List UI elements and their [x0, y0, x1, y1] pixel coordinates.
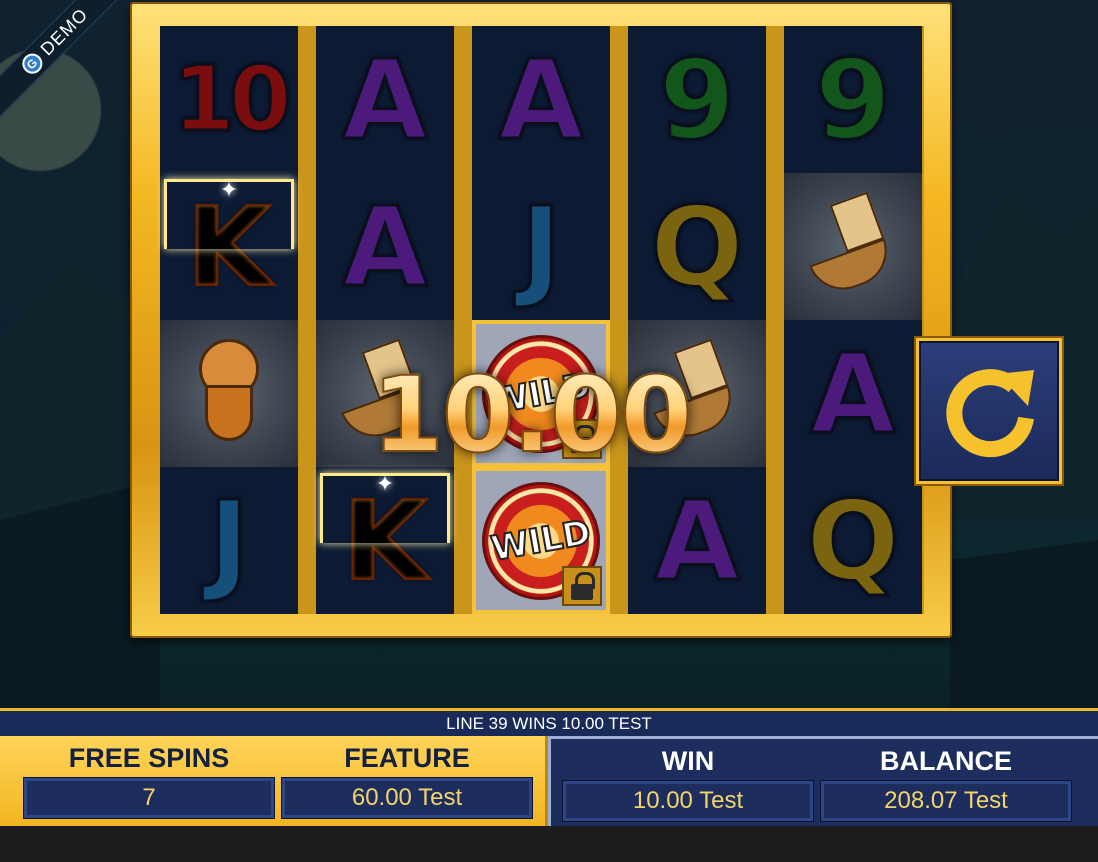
- reel-cell: Q: [784, 467, 922, 614]
- wild-label: WILD: [487, 511, 594, 570]
- symbol-a: A: [341, 35, 429, 164]
- reel-cell: A: [784, 320, 922, 467]
- big-win-amount: 10.00: [346, 353, 716, 477]
- reel-5: 9 A Q: [784, 26, 922, 614]
- free-spins-value: 7: [24, 778, 274, 818]
- reel-cell: Q: [628, 173, 766, 320]
- symbol-9: 9: [813, 35, 893, 164]
- reel-2: A A ✦ K: [316, 26, 454, 614]
- win-highlight: ✦: [164, 178, 294, 249]
- reel-cell: 10: [160, 26, 298, 173]
- reel-cell: A: [316, 173, 454, 320]
- feature-value: 60.00 Test: [282, 778, 532, 818]
- balance-label: BALANCE: [880, 746, 1012, 776]
- reel-cell-winning: ✦ K: [316, 467, 454, 614]
- win-stat: WIN 10.00 Test: [563, 739, 813, 821]
- symbol-j: J: [207, 476, 251, 605]
- symbol-q: Q: [805, 476, 902, 605]
- reel-cell: [160, 320, 298, 467]
- feature-stat: FEATURE 60.00 Test: [282, 736, 532, 818]
- symbol-j: J: [519, 182, 563, 311]
- wild-cell: WILD: [472, 467, 610, 614]
- game-stage: G DEMO 10 ✦ K J A A ✦ K A J WILD 9 Q A 9…: [0, 0, 1098, 862]
- symbol-9: 9: [657, 35, 737, 164]
- win-value: 10.00 Test: [563, 781, 813, 821]
- viking-ship-symbol-icon: [793, 187, 913, 307]
- symbol-a: A: [809, 329, 897, 458]
- reel-3: A J WILD WILD: [472, 26, 610, 614]
- feature-panel: FREE SPINS 7 FEATURE 60.00 Test: [0, 736, 548, 826]
- symbol-a: A: [653, 476, 741, 605]
- spin-button[interactable]: [914, 336, 1064, 486]
- reel-cell: [784, 173, 922, 320]
- balance-value: 208.07 Test: [821, 781, 1071, 821]
- symbol-q: Q: [649, 182, 746, 311]
- reel-1: 10 ✦ K J: [160, 26, 298, 614]
- reel-4: 9 Q A: [628, 26, 766, 614]
- symbol-10: 10: [171, 46, 293, 152]
- reel-cell: 9: [628, 26, 766, 173]
- reel-cell: J: [472, 173, 610, 320]
- balance-stat: BALANCE 208.07 Test: [821, 739, 1071, 821]
- free-spins-label: FREE SPINS: [68, 743, 230, 773]
- free-spins-stat: FREE SPINS 7: [24, 736, 274, 818]
- symbol-a: A: [497, 35, 585, 164]
- lock-icon: [562, 566, 602, 606]
- win-label: WIN: [661, 746, 715, 776]
- reel-cell: A: [472, 26, 610, 173]
- sparkle-icon: ✦: [219, 178, 239, 203]
- reel-cell: J: [160, 467, 298, 614]
- bottom-strip: [0, 826, 1098, 862]
- viking-warrior-symbol-icon: [169, 329, 289, 459]
- feature-label: FEATURE: [344, 743, 470, 773]
- reel-cell: A: [316, 26, 454, 173]
- reel-cell: A: [628, 467, 766, 614]
- line-win-info: LINE 39 WINS 10.00 TEST: [0, 708, 1098, 736]
- symbol-a: A: [341, 182, 429, 311]
- reel-cell: 9: [784, 26, 922, 173]
- reel-cell-winning: ✦ K: [160, 173, 298, 320]
- account-panel: WIN 10.00 Test BALANCE 208.07 Test: [548, 736, 1098, 826]
- reel-window: 10 ✦ K J A A ✦ K A J WILD 9 Q A 9 A Q: [160, 26, 924, 614]
- circular-arrow-icon: [946, 369, 1034, 458]
- demo-logo-icon: G: [18, 49, 47, 78]
- win-highlight: ✦: [320, 472, 450, 543]
